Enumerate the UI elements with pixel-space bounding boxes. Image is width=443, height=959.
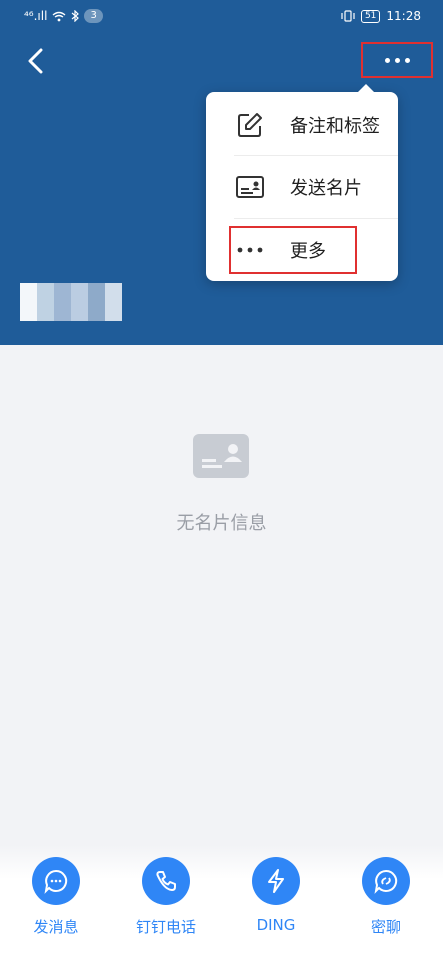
secret-chat-button[interactable]: 密聊 [331, 857, 441, 937]
menu-item-remark-tags[interactable]: 备注和标签 [206, 94, 398, 156]
signal-icon: ⁴⁶.ıll [24, 9, 48, 23]
dingtalk-call-button[interactable]: 钉钉电话 [111, 857, 221, 937]
send-message-button[interactable]: 发消息 [1, 857, 111, 937]
business-card-icon [234, 171, 266, 203]
phone-icon [142, 857, 190, 905]
vibrate-icon [341, 10, 355, 22]
action-label: 钉钉电话 [135, 918, 196, 936]
more-dot [404, 57, 410, 63]
battery-indicator: 51 [360, 9, 381, 23]
secret-chat-icon [362, 857, 410, 905]
back-button[interactable] [22, 46, 48, 76]
contact-name-blurred [20, 283, 122, 321]
notification-badge: 3 [84, 9, 103, 23]
action-label: DING [256, 916, 296, 934]
highlight-box-more [229, 226, 357, 274]
more-options-button[interactable] [361, 42, 433, 78]
status-bar: ⁴⁶.ıll 3 51 11:28 [0, 0, 443, 34]
chat-bubble-icon [32, 857, 80, 905]
menu-item-label: 备注和标签 [290, 116, 380, 137]
action-label: 发消息 [33, 918, 79, 936]
menu-item-send-card[interactable]: 发送名片 [206, 156, 398, 218]
menu-item-label: 发送名片 [290, 178, 362, 199]
lightning-icon [252, 857, 300, 905]
bluetooth-icon [72, 10, 80, 22]
edit-note-icon [234, 109, 266, 141]
clock: 11:28 [386, 9, 421, 23]
empty-state-text: 无名片信息 [176, 513, 267, 534]
ding-button[interactable]: DING [221, 857, 331, 934]
more-dot [394, 57, 400, 63]
card-placeholder-icon [193, 434, 249, 478]
chevron-left-icon [28, 48, 43, 74]
more-horizontal-icon [384, 57, 390, 63]
wifi-icon [52, 11, 66, 21]
action-label: 密聊 [370, 918, 401, 936]
